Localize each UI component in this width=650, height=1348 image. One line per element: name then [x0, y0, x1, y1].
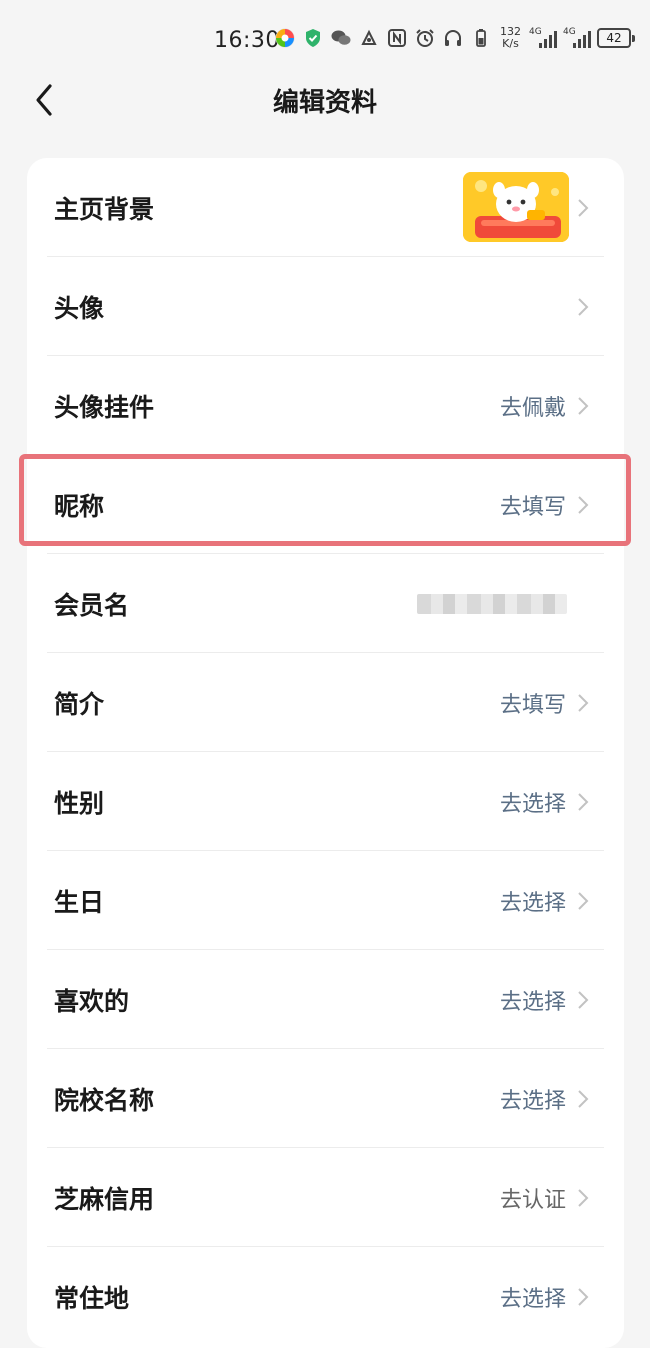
row-label: 生日: [54, 887, 105, 917]
row-label: 芝麻信用: [54, 1184, 155, 1214]
chevron-right-icon: [576, 791, 590, 813]
battery-icon: 42: [597, 28, 635, 48]
chevron-right-icon: [576, 1088, 590, 1110]
row-value: 去认证: [499, 1187, 566, 1213]
headphones-icon: [442, 27, 464, 49]
chevron-right-icon: [576, 395, 590, 417]
row-member-name[interactable]: 会员名: [27, 554, 624, 653]
row-label: 头像: [54, 293, 105, 323]
row-label: 常住地: [54, 1283, 130, 1313]
signal-2-tag: 4G: [563, 27, 576, 37]
row-value: 去选择: [499, 1088, 566, 1114]
row-value: 去选择: [499, 791, 566, 817]
colorful-app-icon: [274, 27, 296, 49]
row-label: 性别: [54, 788, 105, 818]
row-value: 去填写: [499, 692, 566, 718]
header: 编辑资料: [0, 70, 650, 130]
row-label: 头像挂件: [54, 392, 155, 422]
status-time: 16:30: [214, 28, 280, 53]
row-value: 去选择: [499, 989, 566, 1015]
row-avatar[interactable]: 头像: [27, 257, 624, 356]
row-gender[interactable]: 性别 去选择: [27, 752, 624, 851]
alarm-icon: [414, 27, 436, 49]
battery-level: 42: [597, 28, 631, 48]
row-nickname[interactable]: 昵称 去填写: [27, 455, 624, 554]
row-value: 去选择: [499, 890, 566, 916]
net-speed: 132 K/s: [500, 26, 521, 50]
row-sesame-credit[interactable]: 芝麻信用 去认证: [27, 1148, 624, 1247]
row-value: 去选择: [499, 1286, 566, 1312]
chevron-right-icon: [576, 692, 590, 714]
battery-small-icon: [470, 27, 492, 49]
chevron-right-icon: [576, 989, 590, 1011]
row-value: 去填写: [499, 494, 566, 520]
signal-1-tag: 4G: [529, 27, 542, 37]
row-label: 昵称: [54, 491, 105, 521]
row-avatar-pendant[interactable]: 头像挂件 去佩戴: [27, 356, 624, 455]
chevron-right-icon: [576, 296, 590, 318]
row-value: 去佩戴: [499, 395, 566, 421]
chevron-right-icon: [576, 197, 590, 219]
mascot-image-icon: [463, 172, 569, 242]
chevron-right-icon: [576, 494, 590, 516]
signal-strength-2-icon: 4G: [563, 28, 591, 48]
nfc-icon: [386, 27, 408, 49]
blurred-member-name: [417, 593, 567, 614]
row-label: 会员名: [54, 590, 130, 620]
chevron-right-icon: [576, 890, 590, 912]
row-likes[interactable]: 喜欢的 去选择: [27, 950, 624, 1049]
row-bio[interactable]: 简介 去填写: [27, 653, 624, 752]
net-speed-unit: K/s: [502, 37, 519, 50]
shield-check-icon: [302, 27, 324, 49]
row-label: 简介: [54, 689, 105, 719]
row-label: 喜欢的: [54, 986, 130, 1016]
app-notification-icon: [358, 27, 380, 49]
row-label: 主页背景: [54, 194, 155, 224]
row-birthday[interactable]: 生日 去选择: [27, 851, 624, 950]
status-icons: 132 K/s 4G 4G 42: [274, 26, 635, 50]
chevron-right-icon: [576, 1187, 590, 1209]
wechat-icon: [330, 27, 352, 49]
row-school-name[interactable]: 院校名称 去选择: [27, 1049, 624, 1148]
row-residence[interactable]: 常住地 去选择: [27, 1247, 624, 1346]
background-thumbnail[interactable]: [463, 172, 569, 242]
profile-settings-card: 主页背景 头像 头像挂件 去佩戴 昵称 去填写 会员名 简介 去填写 性别 去选…: [27, 158, 624, 1348]
row-homepage-background[interactable]: 主页背景: [27, 158, 624, 257]
chevron-right-icon: [576, 1286, 590, 1308]
page-title: 编辑资料: [272, 88, 377, 118]
signal-strength-1-icon: 4G: [529, 28, 557, 48]
row-label: 院校名称: [54, 1085, 155, 1115]
